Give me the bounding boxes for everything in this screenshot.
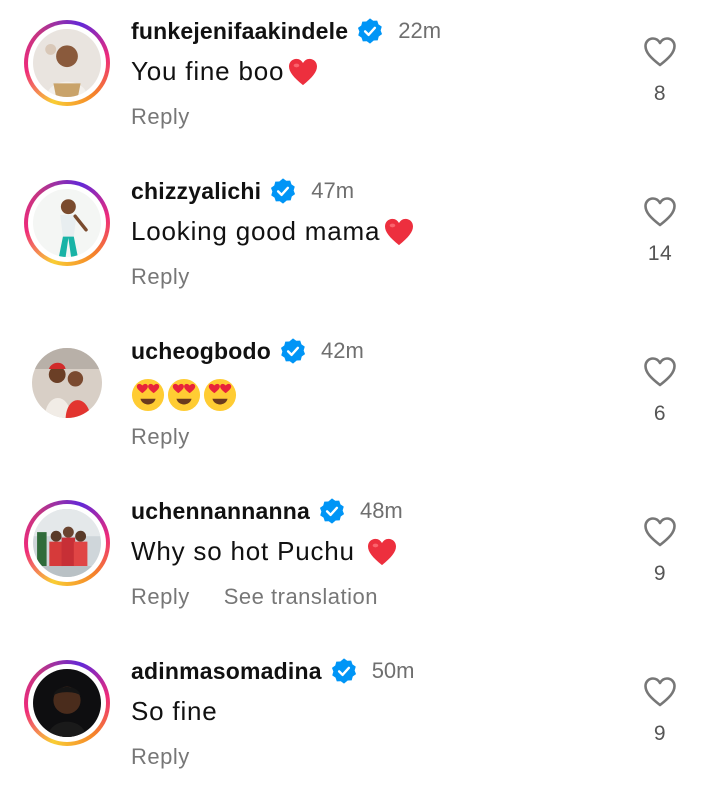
like-control: 9 bbox=[636, 676, 684, 746]
comment-body: Looking good mama bbox=[131, 216, 381, 246]
like-control: 6 bbox=[636, 356, 684, 426]
like-count: 14 bbox=[647, 242, 673, 265]
avatar[interactable] bbox=[24, 180, 110, 266]
comment-text: Why so hot Puchu bbox=[131, 536, 397, 567]
verified-badge-icon bbox=[271, 178, 296, 204]
comment-text: 😍😍😍 bbox=[131, 378, 239, 412]
like-control: 9 bbox=[636, 516, 684, 586]
reply-button[interactable]: Reply bbox=[131, 744, 190, 770]
comment-item: uchennannanna 48m Why so hot Puchu Reply… bbox=[0, 480, 720, 640]
verified-badge-icon bbox=[319, 498, 344, 524]
reply-button[interactable]: Reply bbox=[131, 104, 190, 130]
comment-item: funkejenifaakindele 22m You fine boo Rep… bbox=[0, 0, 720, 160]
comment-body: Why so hot Puchu bbox=[131, 536, 363, 566]
avatar[interactable] bbox=[24, 340, 110, 426]
like-heart-icon[interactable] bbox=[643, 356, 677, 388]
reply-button[interactable]: Reply bbox=[131, 584, 190, 610]
like-heart-icon[interactable] bbox=[643, 196, 677, 228]
like-control: 8 bbox=[636, 36, 684, 106]
comment-username[interactable]: chizzyalichi bbox=[131, 178, 261, 205]
heart-eyes-emoji-icon bbox=[131, 378, 165, 412]
comment-username[interactable]: ucheogbodo bbox=[131, 338, 271, 365]
reply-button[interactable]: Reply bbox=[131, 264, 190, 290]
verified-badge-icon bbox=[358, 18, 383, 44]
avatar[interactable] bbox=[24, 500, 110, 586]
like-heart-icon[interactable] bbox=[643, 516, 677, 548]
comment-timestamp: 22m bbox=[398, 18, 442, 43]
comment-item: ucheogbodo 42m 😍😍😍 bbox=[0, 320, 720, 480]
comment-timestamp: 50m bbox=[371, 658, 415, 683]
like-heart-icon[interactable] bbox=[643, 676, 677, 708]
verified-badge-icon bbox=[280, 338, 306, 364]
avatar[interactable] bbox=[24, 20, 110, 106]
comment-text: So fine bbox=[131, 696, 218, 727]
like-heart-icon[interactable] bbox=[643, 36, 677, 68]
comment-username[interactable]: uchennannanna bbox=[131, 498, 310, 525]
reply-button[interactable]: Reply bbox=[131, 424, 190, 450]
like-control: 14 bbox=[636, 196, 684, 266]
verified-badge-icon bbox=[331, 658, 356, 684]
red-heart-emoji-icon bbox=[367, 538, 396, 565]
comment-username[interactable]: funkejenifaakindele bbox=[131, 18, 348, 45]
like-count: 9 bbox=[653, 562, 667, 585]
like-count: 9 bbox=[653, 722, 667, 745]
comment-timestamp: 48m bbox=[359, 498, 403, 523]
heart-eyes-emoji-icon bbox=[167, 378, 201, 412]
like-count: 8 bbox=[653, 82, 667, 105]
see-translation-button[interactable]: See translation bbox=[224, 584, 378, 610]
comment-timestamp: 42m bbox=[320, 338, 364, 363]
comment-item: chizzyalichi 47m Looking good mama Reply… bbox=[0, 160, 720, 320]
comment-item: adinmasomadina 50m So fine Reply 9 bbox=[0, 640, 720, 800]
avatar[interactable] bbox=[24, 660, 110, 746]
like-count: 6 bbox=[653, 402, 667, 425]
red-heart-emoji-icon bbox=[385, 218, 414, 245]
heart-eyes-emoji-icon bbox=[203, 378, 237, 412]
comment-timestamp: 47m bbox=[311, 178, 355, 203]
comment-text: Looking good mama bbox=[131, 216, 414, 247]
comment-body: So fine bbox=[131, 696, 218, 726]
comments-list: funkejenifaakindele 22m You fine boo Rep… bbox=[0, 0, 720, 801]
comment-text: You fine boo bbox=[131, 56, 318, 87]
red-heart-emoji-icon bbox=[289, 58, 318, 85]
comment-body: You fine boo bbox=[131, 56, 285, 86]
comment-username[interactable]: adinmasomadina bbox=[131, 658, 322, 685]
